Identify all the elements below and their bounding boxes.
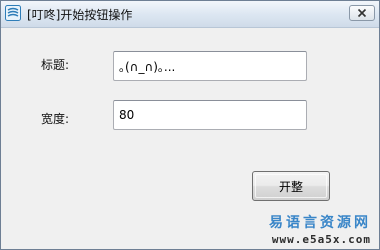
dialog-window: [叮咚]开始按钮操作 标题: 宽度: 开整 易语言资源网 www.e5a5x.c…	[0, 0, 380, 250]
width-label: 宽度:	[41, 112, 70, 126]
close-icon	[357, 8, 367, 18]
watermark-url: www.e5a5x.com	[271, 233, 371, 246]
start-button-label: 开整	[278, 179, 303, 194]
watermark-site-name: 易语言资源网	[269, 215, 371, 231]
width-input[interactable]	[113, 100, 307, 130]
start-button[interactable]: 开整	[252, 171, 330, 201]
close-button[interactable]	[349, 5, 375, 21]
window-title: [叮咚]开始按钮操作	[27, 8, 133, 22]
title-bar[interactable]: [叮咚]开始按钮操作	[1, 1, 379, 28]
app-window-icon	[5, 5, 21, 21]
title-input[interactable]	[113, 51, 307, 81]
title-label: 标题:	[41, 58, 70, 72]
